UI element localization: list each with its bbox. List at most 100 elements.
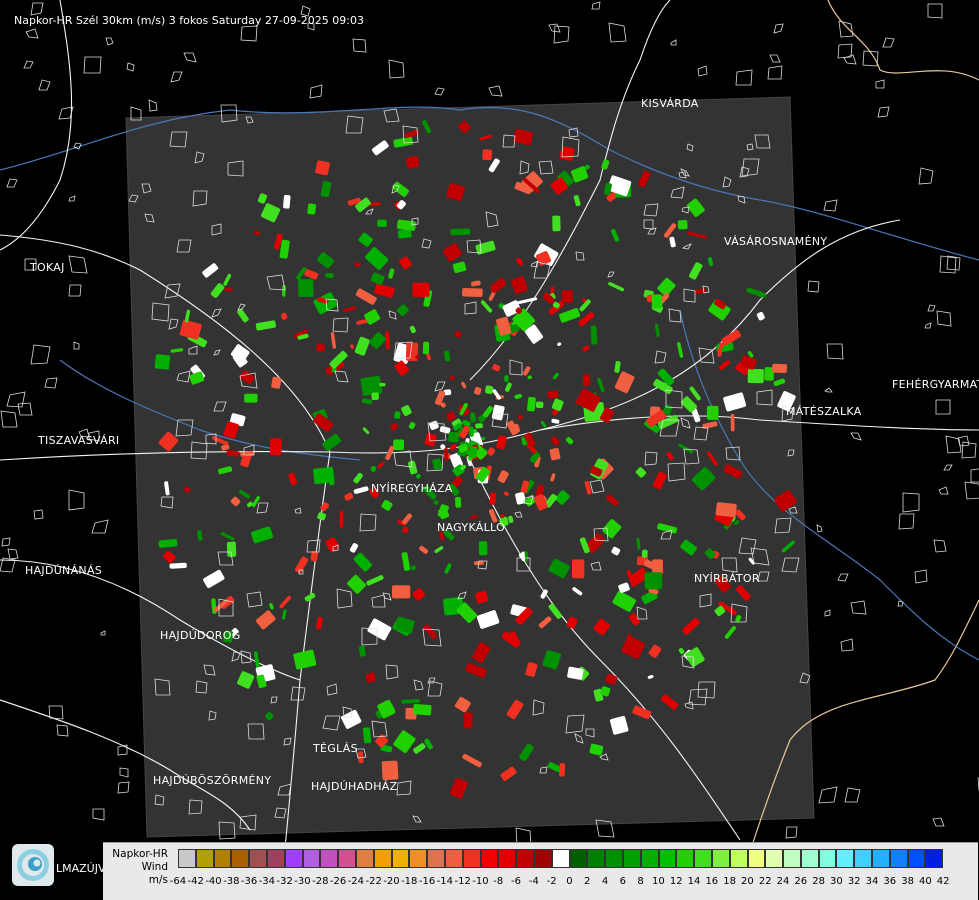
town-label-hajdudorog: HAJDÚDOROG — [160, 629, 241, 642]
legend-swatch — [249, 849, 267, 868]
legend-tick-label: -8 — [493, 876, 504, 887]
radar-echo — [677, 220, 688, 230]
settlement-outline — [843, 54, 857, 65]
radar-echo — [454, 496, 462, 508]
settlement-outline — [850, 600, 867, 615]
legend-label-line: Napkor-HR — [112, 848, 168, 860]
settlement-outline — [240, 25, 258, 42]
legend-swatch — [480, 849, 499, 868]
town-label-mateszalka: MÁTÉSZALKA — [786, 405, 862, 418]
town-label-tiszavasvari: TISZAVASVÁRI — [38, 434, 120, 447]
radar-map: { "title": "Napkor-HR Szél 30km (m/s) 3 … — [0, 0, 979, 900]
settlement-outline — [68, 489, 85, 511]
settlement-outline — [6, 391, 26, 408]
radar-echo — [269, 438, 282, 456]
settlement-outline — [837, 573, 849, 582]
radar-echo — [450, 228, 471, 236]
radar-echo — [475, 423, 483, 429]
settlement-outline — [434, 87, 445, 96]
legend-swatch — [409, 849, 428, 868]
settlement-outline — [117, 781, 130, 794]
settlement-outline — [862, 50, 879, 67]
settlement-outline — [17, 402, 33, 416]
legend-swatch — [231, 849, 250, 868]
radar-echo — [394, 411, 401, 419]
settlement-outline — [844, 787, 861, 803]
radar-echo — [468, 446, 478, 459]
settlement-outline — [119, 767, 129, 778]
town-label-hajdunanas: HAJDÚNÁNÁS — [25, 564, 103, 577]
settlement-outline — [25, 28, 39, 39]
settlement-outline — [964, 481, 979, 500]
legend-swatch — [747, 849, 766, 868]
legend-tick-label: -10 — [472, 876, 489, 887]
town-label-nyiregyhaza: NYÍREGYHÁZA — [371, 482, 453, 495]
settlement-outline — [6, 178, 18, 188]
map-title: Napkor-HR Szél 30km (m/s) 3 fokos Saturd… — [14, 14, 364, 27]
settlement-outline — [309, 84, 323, 99]
settlement-outline — [7, 548, 19, 560]
settlement-outline — [92, 808, 105, 821]
settlement-outline — [83, 56, 102, 74]
settlement-outline — [23, 60, 34, 69]
radar-echo — [169, 562, 187, 569]
radar-echo — [747, 368, 764, 384]
settlement-outline — [608, 22, 627, 43]
settlement-outline — [823, 199, 838, 212]
legend-tick-label: -26 — [329, 876, 347, 887]
legend-swatch — [462, 849, 481, 868]
radar-echo — [329, 479, 335, 486]
legend-tick-label: -20 — [383, 876, 400, 887]
settlement-outline — [38, 79, 51, 91]
settlement-outline — [897, 600, 904, 607]
radar-echo — [371, 392, 379, 401]
radar-echo — [360, 375, 383, 396]
legend-swatch — [872, 849, 890, 868]
legend-label-line: m/s — [148, 874, 168, 886]
legend-tick-label: 8 — [637, 876, 644, 887]
radar-echo — [444, 447, 448, 462]
legend-tick-label: -42 — [187, 876, 204, 887]
settlement-outline — [68, 195, 76, 202]
radar-echo — [315, 160, 330, 176]
settlement-outline — [126, 62, 135, 72]
legend-tick-label: 28 — [812, 876, 825, 887]
legend-tick-label: 10 — [652, 876, 665, 887]
legend-tick-label: -6 — [511, 876, 522, 887]
legend-swatch — [854, 849, 873, 868]
radar-echo — [547, 390, 559, 399]
legend-tick-label: -30 — [294, 876, 311, 887]
settlement-outline — [927, 3, 943, 19]
legend-swatch — [711, 849, 730, 868]
radar-echo — [478, 541, 488, 556]
settlement-outline — [100, 630, 106, 636]
legend-swatch — [516, 849, 534, 868]
legend-swatch — [640, 849, 659, 868]
legend-swatch — [373, 849, 392, 868]
legend-swatch — [498, 849, 517, 868]
settlement-outline — [773, 23, 784, 34]
town-label-kisvarda: KISVÁRDA — [641, 97, 699, 110]
legend-swatch — [551, 849, 570, 868]
legend-swatch — [302, 849, 321, 868]
radar-echo — [552, 215, 561, 232]
settlement-outline — [875, 79, 885, 89]
settlement-outline — [898, 513, 915, 530]
legend-swatch — [765, 849, 784, 868]
legend-tick-label: -64 — [169, 876, 187, 887]
settlement-outline — [68, 255, 88, 274]
legend-tick-label: 18 — [723, 876, 736, 887]
radar-echo — [463, 712, 473, 729]
legend-swatch — [533, 849, 552, 868]
radar-echo — [413, 704, 432, 716]
legend-tick-label: -36 — [240, 876, 258, 887]
radar-echo — [706, 405, 719, 420]
radar-echo — [377, 219, 387, 228]
radar-echo — [527, 396, 536, 412]
legend-label-line: Wind — [141, 861, 168, 873]
legend-tick-label: 4 — [601, 876, 609, 887]
legend-swatch — [694, 849, 712, 868]
radar-echo — [282, 284, 286, 297]
settlement-outline — [68, 284, 82, 297]
settlement-outline — [838, 20, 854, 38]
